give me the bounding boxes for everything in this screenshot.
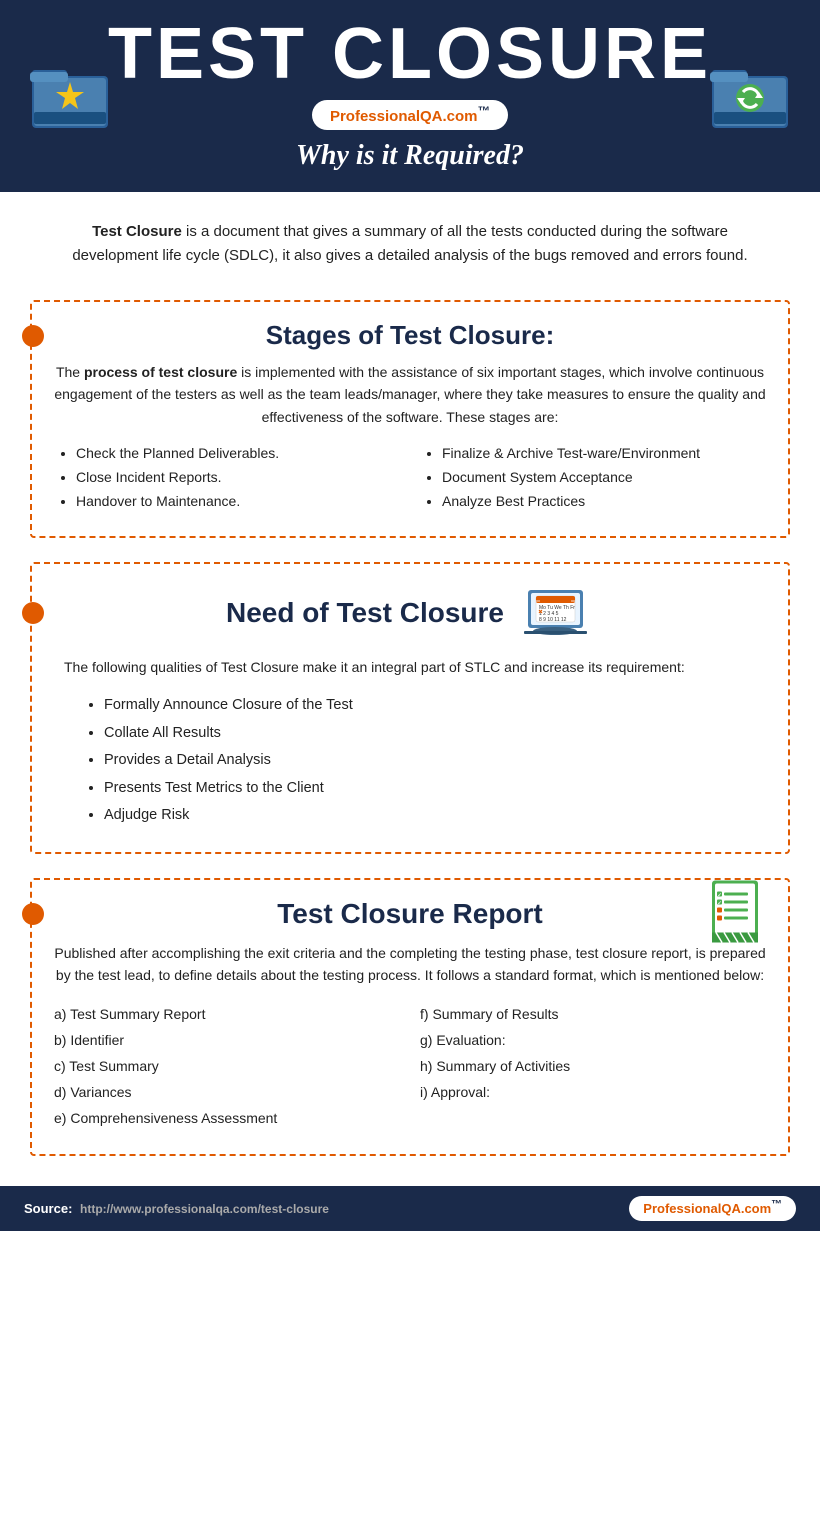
need-item-5: Adjudge Risk — [104, 802, 766, 830]
report-section: Test Closure Report ✓ ✓ — [0, 874, 820, 1176]
footer-logo-qa: QA — [721, 1201, 741, 1216]
footer-source-url: http://www.professionalqa.com/test-closu… — [80, 1202, 329, 1216]
svg-text:8 9 10 11 12: 8 9 10 11 12 — [539, 617, 567, 623]
footer-source-label: Source: — [24, 1201, 72, 1216]
report-item-f: f) Summary of Results — [420, 1002, 766, 1028]
calendar-icon: Mo Tu We Th Fr 1 2 3 4 5 8 9 10 11 12 — [522, 582, 594, 644]
header-subtitle: Why is it Required? — [20, 140, 800, 172]
footer-source: Source: http://www.professionalqa.com/te… — [24, 1201, 329, 1216]
report-col-1: a) Test Summary Report b) Identifier c) … — [54, 1002, 400, 1131]
stages-header: Stages of Test Closure: — [54, 320, 766, 351]
report-item-e: e) Comprehensiveness Assessment — [54, 1106, 400, 1132]
report-list: a) Test Summary Report b) Identifier c) … — [54, 1002, 766, 1131]
report-box: Test Closure Report ✓ ✓ — [30, 878, 790, 1156]
stages-description: The process of test closure is implement… — [54, 361, 766, 428]
report-description: Published after accomplishing the exit c… — [54, 942, 766, 987]
stage-item-2: Close Incident Reports. — [76, 466, 400, 490]
header-logo: ProfessionalQA.com™ — [312, 100, 508, 130]
report-item-h: h) Summary of Activities — [420, 1054, 766, 1080]
footer-logo-professional: Professional — [643, 1201, 721, 1216]
footer-logo: ProfessionalQA.com™ — [629, 1196, 796, 1221]
need-header: Need of Test Closure Mo Tu We Th Fr 1 2 … — [54, 582, 766, 644]
checklist-icon: ✓ ✓ — [704, 878, 766, 949]
footer-logo-domain: .com — [741, 1201, 771, 1216]
need-title: Need of Test Closure — [226, 596, 504, 630]
report-item-c: c) Test Summary — [54, 1054, 400, 1080]
stage-item-1: Check the Planned Deliverables. — [76, 442, 400, 466]
stages-list: Check the Planned Deliverables. Close In… — [54, 442, 766, 513]
stages-col-2: Finalize & Archive Test-ware/Environment… — [420, 442, 766, 513]
page-header: TEST CLOSURE ProfessionalQA.com™ Why is … — [0, 0, 820, 192]
stages-dot — [22, 325, 44, 347]
need-box: Need of Test Closure Mo Tu We Th Fr 1 2 … — [30, 562, 790, 854]
report-title: Test Closure Report — [277, 898, 543, 930]
logo-professional: Professional — [330, 108, 420, 125]
need-item-2: Collate All Results — [104, 720, 766, 748]
footer-logo-tm: ™ — [771, 1199, 782, 1211]
page-footer: Source: http://www.professionalqa.com/te… — [0, 1186, 820, 1231]
main-title: TEST CLOSURE — [20, 18, 800, 90]
folder-star-icon — [30, 61, 110, 131]
logo-qa: QA — [420, 108, 443, 125]
report-item-d: d) Variances — [54, 1080, 400, 1106]
need-item-4: Presents Test Metrics to the Client — [104, 775, 766, 803]
report-item-a: a) Test Summary Report — [54, 1002, 400, 1028]
stages-box: Stages of Test Closure: The process of t… — [30, 300, 790, 538]
stages-col-1: Check the Planned Deliverables. Close In… — [54, 442, 400, 513]
stages-title: Stages of Test Closure: — [266, 320, 554, 351]
need-list: Formally Announce Closure of the Test Co… — [54, 692, 766, 830]
stage-item-4: Finalize & Archive Test-ware/Environment — [442, 442, 766, 466]
logo-tm: ™ — [478, 104, 491, 118]
svg-text:✓: ✓ — [718, 892, 722, 898]
need-item-1: Formally Announce Closure of the Test — [104, 692, 766, 720]
report-col-2: f) Summary of Results g) Evaluation: h) … — [420, 1002, 766, 1131]
need-item-3: Provides a Detail Analysis — [104, 747, 766, 775]
intro-text: Test Closure is a document that gives a … — [0, 192, 820, 290]
intro-bold: Test Closure — [92, 223, 182, 240]
logo-domain: .com — [443, 108, 478, 125]
report-item-b: b) Identifier — [54, 1028, 400, 1054]
stage-item-6: Analyze Best Practices — [442, 490, 766, 514]
report-header: Test Closure Report ✓ ✓ — [54, 898, 766, 930]
stage-item-3: Handover to Maintenance. — [76, 490, 400, 514]
need-description: The following qualities of Test Closure … — [54, 656, 766, 678]
report-item-i: i) Approval: — [420, 1080, 766, 1106]
report-item-g: g) Evaluation: — [420, 1028, 766, 1054]
stages-section: Stages of Test Closure: The process of t… — [0, 290, 820, 558]
need-dot — [22, 602, 44, 624]
svg-text:✓: ✓ — [718, 900, 722, 906]
report-dot — [22, 903, 44, 925]
stage-item-5: Document System Acceptance — [442, 466, 766, 490]
refresh-folder-icon — [710, 61, 790, 131]
need-title-block: Need of Test Closure — [226, 596, 504, 630]
need-section: Need of Test Closure Mo Tu We Th Fr 1 2 … — [0, 558, 820, 874]
